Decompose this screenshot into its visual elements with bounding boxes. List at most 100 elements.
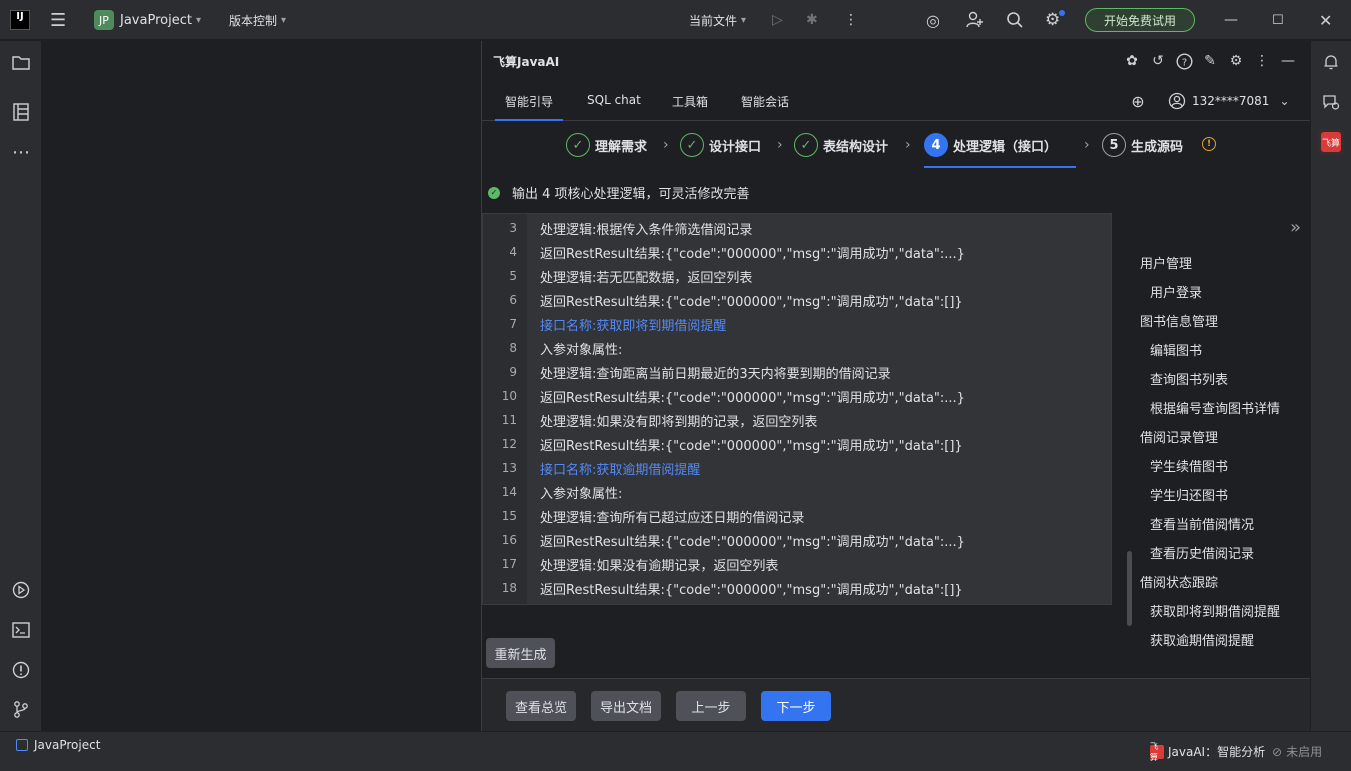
help-icon[interactable]: ? — [1174, 51, 1194, 71]
code-line[interactable]: 7 接口名称:获取即将到期借阅提醒 — [483, 312, 1111, 336]
info-warning-icon[interactable]: ! — [1202, 137, 1216, 151]
code-line-text: 返回RestResult结果:{"code":"000000","msg":"调… — [540, 438, 963, 454]
outline-item[interactable]: 获取逾期借阅提醒 — [1150, 630, 1254, 649]
next-step-button[interactable]: 下一步 — [761, 691, 831, 721]
user-account-menu[interactable]: 132****7081 ⌄ — [1168, 92, 1290, 110]
history-icon[interactable]: ↺ — [1148, 51, 1168, 71]
code-line[interactable]: 9 处理逻辑:查询距离当前日期最近的3天内将要到期的借阅记录 — [483, 360, 1111, 384]
ide-logo-icon[interactable]: IJ — [10, 10, 30, 30]
code-line[interactable]: 18 返回RestResult结果:{"code":"000000","msg":… — [483, 576, 1111, 600]
outline-item[interactable]: 编辑图书 — [1150, 340, 1202, 359]
status-plugin[interactable]: 飞算 JavaAI：智能分析 — [1150, 742, 1265, 762]
tab-smart-chat[interactable]: 智能会话 — [741, 93, 789, 110]
line-number: 17 — [501, 557, 517, 571]
search-icon[interactable] — [1006, 0, 1024, 40]
code-line[interactable]: 13 接口名称:获取逾期借阅提醒 — [483, 456, 1111, 480]
run-icon[interactable]: ▷ — [772, 0, 783, 40]
outline-group[interactable]: 用户管理 — [1140, 253, 1192, 272]
status-bar: JavaProject 飞算 JavaAI：智能分析 ⊘ 未启用 — [0, 731, 1351, 771]
outline-item[interactable]: 获取即将到期借阅提醒 — [1150, 601, 1280, 620]
step-table-design[interactable]: ✓ 表结构设计 — [794, 133, 888, 157]
notifications-bell-icon[interactable] — [1320, 51, 1342, 73]
step-generate-source[interactable]: 5 生成源码 — [1102, 133, 1183, 157]
step-understand-requirements[interactable]: ✓ 理解需求 — [566, 133, 647, 157]
step-processing-logic[interactable]: 4 处理逻辑（接口） — [924, 133, 1057, 157]
status-project[interactable]: JavaProject — [16, 738, 100, 752]
success-check-icon: ✓ — [488, 186, 500, 199]
feisuan-tool-button[interactable]: 飞算 — [1318, 129, 1344, 155]
regenerate-button[interactable]: 重新生成 — [486, 638, 555, 668]
outline-item[interactable]: 根据编号查询图书详情 — [1150, 398, 1280, 417]
panel-header: 飞算JavaAI ✿ ↺ ? ✎ ⚙ ⋮ — — [482, 41, 1310, 81]
code-line-text: 处理逻辑:若无匹配数据，返回空列表 — [540, 270, 753, 286]
edit-icon[interactable]: ✎ — [1200, 51, 1220, 71]
brain-icon[interactable]: ✿ — [1122, 51, 1142, 71]
outline-item[interactable]: 用户登录 — [1150, 282, 1202, 301]
export-document-button[interactable]: 导出文档 — [591, 691, 661, 721]
step-number-badge: 4 — [924, 133, 948, 157]
tab-sql-chat[interactable]: SQL chat — [587, 93, 641, 107]
code-line[interactable]: 8 入参对象属性: — [483, 336, 1111, 360]
maximize-window-icon[interactable]: ☐ — [1272, 0, 1284, 40]
structure-icon[interactable] — [10, 101, 32, 123]
debug-icon[interactable]: ✱ — [806, 0, 818, 40]
previous-step-button[interactable]: 上一步 — [676, 691, 746, 721]
project-badge: JP — [94, 10, 114, 30]
outline-group[interactable]: 借阅记录管理 — [1140, 427, 1218, 446]
outline-group[interactable]: 借阅状态跟踪 — [1140, 572, 1218, 591]
main-menu-button[interactable]: ☰ — [50, 0, 66, 40]
view-overview-button[interactable]: 查看总览 — [506, 691, 576, 721]
run-config-selector[interactable]: 当前文件 ▾ — [689, 0, 746, 40]
add-icon[interactable]: ⊕ — [1128, 91, 1148, 111]
outline-item[interactable]: 查看当前借阅情况 — [1150, 514, 1254, 533]
panel-more-icon[interactable]: ⋮ — [1252, 51, 1272, 71]
feisuan-logo-icon: 飞算 — [1321, 132, 1341, 152]
collapse-outline-icon[interactable]: » — [1290, 217, 1301, 238]
outline-item[interactable]: 查询图书列表 — [1150, 369, 1228, 388]
code-line[interactable]: 11 处理逻辑:如果没有即将到期的记录，返回空列表 — [483, 408, 1111, 432]
chevron-right-icon: › — [663, 137, 669, 153]
terminal-icon[interactable] — [10, 619, 32, 641]
start-trial-button[interactable]: 开始免费试用 — [1085, 8, 1195, 32]
add-user-icon[interactable] — [966, 0, 984, 40]
code-line[interactable]: 5 处理逻辑:若无匹配数据，返回空列表 — [483, 264, 1111, 288]
settings-gear-icon[interactable]: ⚙ — [1045, 0, 1065, 40]
code-line-text: 处理逻辑:如果没有逾期记录，返回空列表 — [540, 558, 779, 574]
code-line[interactable]: 15 处理逻辑:查询所有已超过应还日期的借阅记录 — [483, 504, 1111, 528]
code-line[interactable]: 17 处理逻辑:如果没有逾期记录，返回空列表 — [483, 552, 1111, 576]
code-line[interactable]: 14 入参对象属性: — [483, 480, 1111, 504]
more-actions-icon[interactable]: ⋮ — [844, 0, 858, 40]
ai-chat-icon[interactable] — [1320, 91, 1342, 113]
code-line[interactable]: 6 返回RestResult结果:{"code":"000000","msg":"… — [483, 288, 1111, 312]
outline-group[interactable]: 图书信息管理 — [1140, 311, 1218, 330]
panel-minimize-icon[interactable]: — — [1278, 51, 1298, 71]
more-tools-icon[interactable]: ⋯ — [10, 141, 32, 163]
panel-settings-icon[interactable]: ⚙ — [1226, 51, 1246, 71]
minimize-window-icon[interactable]: — — [1224, 0, 1238, 40]
services-run-icon[interactable] — [10, 579, 32, 601]
status-plugin-state[interactable]: ⊘ 未启用 — [1272, 743, 1322, 760]
outline-item[interactable]: 查看历史借阅记录 — [1150, 543, 1254, 562]
logic-code-view[interactable]: 3 处理逻辑:根据传入条件筛选借阅记录 4 返回RestResult结果:{"code… — [482, 213, 1112, 605]
ai-assistant-icon[interactable]: ◎ — [926, 0, 940, 40]
project-switcher[interactable]: JP JavaProject ▾ — [94, 0, 201, 40]
tab-toolbox[interactable]: 工具箱 — [672, 93, 708, 110]
code-line[interactable]: 4 返回RestResult结果:{"code":"000000","msg":"… — [483, 240, 1111, 264]
vcs-menu[interactable]: 版本控制 ▾ — [229, 0, 286, 40]
code-line[interactable]: 16 返回RestResult结果:{"code":"000000","msg":… — [483, 528, 1111, 552]
git-branch-icon[interactable] — [10, 698, 32, 720]
outline-item[interactable]: 学生续借图书 — [1150, 456, 1228, 475]
code-line-text: 处理逻辑:查询所有已超过应还日期的借阅记录 — [540, 510, 805, 526]
project-folder-icon[interactable] — [10, 51, 32, 73]
tab-smart-guide[interactable]: 智能引导 — [494, 93, 564, 121]
step-design-interface[interactable]: ✓ 设计接口 — [680, 133, 761, 157]
close-window-icon[interactable]: ✕ — [1319, 0, 1332, 40]
code-line-text: 返回RestResult结果:{"code":"000000","msg":"调… — [540, 582, 963, 598]
problems-icon[interactable] — [10, 659, 32, 681]
code-line[interactable]: 12 返回RestResult结果:{"code":"000000","msg":… — [483, 432, 1111, 456]
code-line[interactable]: 10 返回RestResult结果:{"code":"000000","msg":… — [483, 384, 1111, 408]
outline-item[interactable]: 学生归还图书 — [1150, 485, 1228, 504]
chevron-right-icon: › — [777, 137, 783, 153]
code-line-text: 入参对象属性: — [540, 342, 623, 358]
code-line[interactable]: 3 处理逻辑:根据传入条件筛选借阅记录 — [483, 216, 1111, 240]
